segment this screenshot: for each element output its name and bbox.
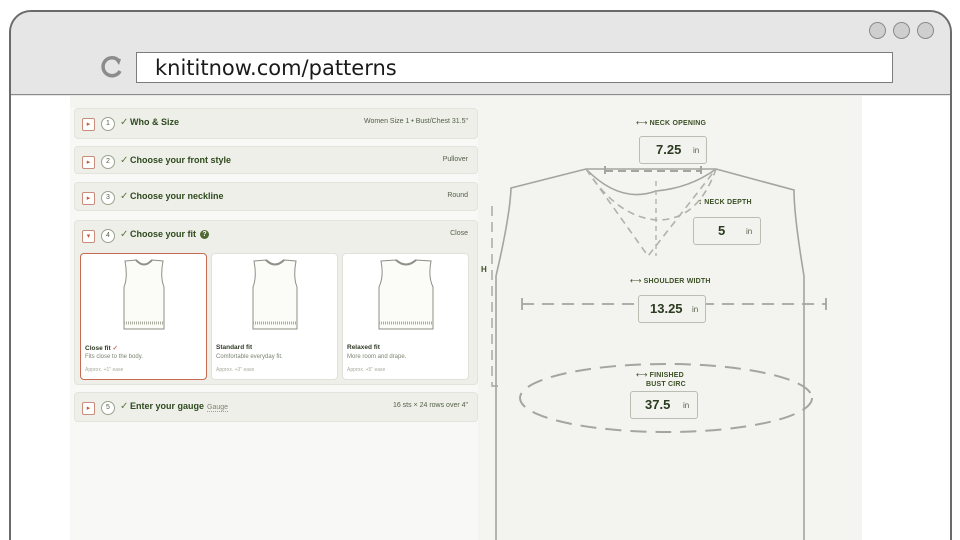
bust-circ-unit: in xyxy=(683,401,690,410)
browser-window: knititnow.com/patterns ▸ 1 ✓ Who & Size … xyxy=(9,10,952,540)
fit-description: Fits close to the body. xyxy=(85,354,143,360)
bust-circ-label: ⟷ FINISHED BUST CIRC xyxy=(634,370,686,389)
window-controls xyxy=(869,22,934,39)
step-fit: ▾ 4 ✓ Choose your fit? Close Close fit ✓… xyxy=(74,220,478,385)
step-fit-header[interactable]: ▾ 4 ✓ Choose your fit? Close xyxy=(75,221,477,251)
step-title: Choose your front style xyxy=(130,155,232,165)
fit-description: Comfortable everyday fit. xyxy=(216,354,283,360)
expand-arrow-icon[interactable]: ▸ xyxy=(82,192,95,205)
vest-standard-icon xyxy=(252,259,298,330)
reload-icon[interactable] xyxy=(99,54,125,80)
url-text: knititnow.com/patterns xyxy=(155,56,397,80)
neck-depth-label-text: NECK DEPTH xyxy=(704,199,752,206)
step-summary: Close xyxy=(450,230,468,237)
step-number: 4 xyxy=(101,229,115,243)
gauge-link[interactable]: Gauge xyxy=(207,404,229,412)
neck-opening-field[interactable]: 7.25 in xyxy=(639,136,707,164)
bust-circ-label-line1: FINISHED xyxy=(649,372,684,379)
check-icon: ✓ xyxy=(120,401,129,412)
fit-card-close[interactable]: Close fit ✓ Fits close to the body. Appr… xyxy=(80,253,207,380)
window-control-dot[interactable] xyxy=(917,22,934,39)
step-title: Who & Size xyxy=(130,117,179,127)
fit-card-relaxed[interactable]: Relaxed fit More room and drape. Approx.… xyxy=(342,253,469,380)
step-gauge[interactable]: ▸ 5 ✓ Enter your gauge Gauge 16 sts × 24 … xyxy=(74,392,478,422)
step-number: 2 xyxy=(101,155,115,169)
neck-depth-field[interactable]: 5 in xyxy=(693,217,761,245)
neck-depth-label: ↕ NECK DEPTH xyxy=(698,197,752,206)
side-measure-label: H xyxy=(481,265,487,274)
page-content: ▸ 1 ✓ Who & Size Women Size 1 • Bust/Che… xyxy=(11,96,950,540)
expand-arrow-icon[interactable]: ▸ xyxy=(82,402,95,415)
step-front-style[interactable]: ▸ 2 ✓ Choose your front style Pullover xyxy=(74,146,478,174)
fit-ease: Approx. +5" ease xyxy=(347,367,386,373)
neck-opening-label-text: NECK OPENING xyxy=(649,120,707,127)
step-title-text: Enter your gauge xyxy=(130,401,205,411)
bust-circ-value: 37.5 xyxy=(645,397,671,412)
neck-depth-unit: in xyxy=(746,227,753,236)
step-number: 3 xyxy=(101,191,115,205)
step-summary: Pullover xyxy=(442,156,468,163)
fit-card-standard[interactable]: Standard fit Comfortable everyday fit. A… xyxy=(211,253,338,380)
step-who-size[interactable]: ▸ 1 ✓ Who & Size Women Size 1 • Bust/Che… xyxy=(74,108,478,139)
check-icon: ✓ xyxy=(120,191,129,202)
expand-arrow-icon[interactable]: ▸ xyxy=(82,156,95,169)
vertical-arrow-icon: ↕ xyxy=(698,197,703,206)
pattern-builder: ▸ 1 ✓ Who & Size Women Size 1 • Bust/Che… xyxy=(70,96,862,540)
step-summary: Round xyxy=(447,192,468,199)
selected-check-icon: ✓ xyxy=(112,345,118,352)
fit-name: Relaxed fit xyxy=(347,344,380,351)
step-title: Choose your fit? xyxy=(130,229,210,239)
garment-schematic: H ⟷ NECK OPENING 7.25 in ↕ NECK DEPTH 5 in… xyxy=(478,96,862,540)
fit-options: Close fit ✓ Fits close to the body. Appr… xyxy=(80,253,472,381)
step-number: 1 xyxy=(101,117,115,131)
window-control-dot[interactable] xyxy=(893,22,910,39)
shoulder-width-label: ⟷ SHOULDER WIDTH xyxy=(630,276,711,285)
neck-opening-unit: in xyxy=(693,146,700,155)
check-icon: ✓ xyxy=(120,155,129,166)
info-icon[interactable]: ? xyxy=(200,230,210,239)
horizontal-arrow-icon: ⟷ xyxy=(636,118,648,127)
shoulder-width-field[interactable]: 13.25 in xyxy=(638,295,706,323)
collapse-arrow-icon[interactable]: ▾ xyxy=(82,230,95,243)
fit-ease: Approx. +1" ease xyxy=(85,367,124,373)
step-title-text: Choose your fit xyxy=(130,229,197,239)
shoulder-width-label-text: SHOULDER WIDTH xyxy=(643,278,711,285)
expand-arrow-icon[interactable]: ▸ xyxy=(82,118,95,131)
horizontal-arrow-icon: ⟷ xyxy=(630,276,642,285)
check-icon: ✓ xyxy=(120,229,129,240)
bust-circ-label-line2: BUST CIRC xyxy=(646,381,686,388)
shoulder-width-unit: in xyxy=(692,305,699,314)
neck-opening-label: ⟷ NECK OPENING xyxy=(636,118,706,127)
fit-name-text: Close fit xyxy=(85,345,111,352)
step-number: 5 xyxy=(101,401,115,415)
check-icon: ✓ xyxy=(120,117,129,128)
address-bar[interactable]: knititnow.com/patterns xyxy=(136,52,893,83)
steps-panel: ▸ 1 ✓ Who & Size Women Size 1 • Bust/Che… xyxy=(70,108,478,540)
fit-name: Close fit ✓ xyxy=(85,344,118,352)
bust-circ-field[interactable]: 37.5 in xyxy=(630,391,698,419)
shoulder-width-value: 13.25 xyxy=(650,301,683,316)
neck-opening-value: 7.25 xyxy=(656,142,682,157)
fit-name: Standard fit xyxy=(216,344,253,351)
horizontal-arrow-icon: ⟷ xyxy=(635,370,648,379)
browser-toolbar: knititnow.com/patterns xyxy=(11,12,950,95)
step-summary: Women Size 1 • Bust/Chest 31.5" xyxy=(363,118,468,125)
vest-close-icon xyxy=(123,259,165,330)
neck-depth-value: 5 xyxy=(718,223,726,238)
window-control-dot[interactable] xyxy=(869,22,886,39)
fit-ease: Approx. +3" ease xyxy=(216,367,255,373)
step-title: Choose your neckline xyxy=(130,191,224,201)
step-summary: 16 sts × 24 rows over 4" xyxy=(392,402,468,409)
step-title: Enter your gauge Gauge xyxy=(130,401,229,412)
fit-description: More room and drape. xyxy=(347,354,407,360)
vest-relaxed-icon xyxy=(378,259,434,330)
step-neckline[interactable]: ▸ 3 ✓ Choose your neckline Round xyxy=(74,182,478,211)
